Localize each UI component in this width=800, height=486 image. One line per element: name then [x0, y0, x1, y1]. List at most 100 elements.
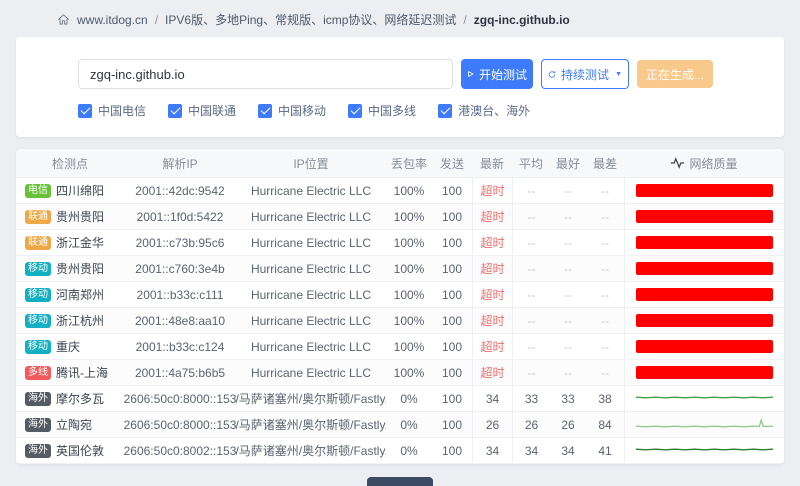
- best-cell: --: [550, 204, 586, 229]
- quality-loss-bar: [636, 262, 773, 275]
- avg-cell: 26: [512, 412, 550, 437]
- carrier-badge: 海外: [25, 418, 51, 432]
- isp-checkbox-label: 中国电信: [98, 102, 146, 119]
- map-toggle[interactable]: [367, 477, 433, 486]
- table-row: 移动重庆2001::b33c:c124Hurricane Electric LL…: [16, 334, 784, 360]
- node-cell: 海外立陶宛: [16, 412, 124, 437]
- loss-cell: 0%: [386, 412, 432, 437]
- ip-cell: 2001::b33c:c124: [124, 334, 236, 359]
- ip-cell: 2001::4a75:b6b5: [124, 360, 236, 385]
- quality-cell: [624, 282, 784, 307]
- node-cell: 多线腾讯-上海: [16, 360, 124, 385]
- quality-loss-bar: [636, 288, 773, 301]
- column-header: 网络质量: [624, 155, 784, 172]
- quality-sparkline: [636, 417, 773, 433]
- column-header: 发送: [432, 155, 472, 172]
- quality-cell: [624, 386, 784, 411]
- test-panel: 开始测试 持续测试 ▼ 正在生成... 中国电信 中国联通 中国移动 中国多线 港澳台、…: [16, 37, 784, 137]
- sent-cell: 100: [432, 282, 472, 307]
- node-name: 浙江金华: [56, 234, 104, 251]
- location-cell: Hurricane Electric LLC: [236, 178, 386, 203]
- table-body: 电信四川绵阳2001::42dc:9542Hurricane Electric …: [16, 178, 784, 464]
- isp-checkbox[interactable]: 港澳台、海外: [438, 102, 530, 119]
- column-header: 解析IP: [124, 155, 236, 172]
- generating-button[interactable]: 正在生成...: [637, 60, 713, 88]
- node-cell: 移动河南郑州: [16, 282, 124, 307]
- avg-cell: --: [512, 230, 550, 255]
- quality-loss-bar: [636, 210, 773, 223]
- isp-filter-row: 中国电信 中国联通 中国移动 中国多线 港澳台、海外: [78, 102, 726, 119]
- quality-cell: [624, 412, 784, 437]
- worst-cell: --: [586, 282, 624, 307]
- loss-cell: 100%: [386, 256, 432, 281]
- latest-cell: 超时: [472, 360, 512, 385]
- carrier-badge: 海外: [25, 392, 51, 406]
- isp-checkbox-label: 中国多线: [368, 102, 416, 119]
- latest-cell: 34: [472, 386, 512, 411]
- sent-cell: 100: [432, 178, 472, 203]
- worst-cell: 38: [586, 386, 624, 411]
- quality-cell: [624, 256, 784, 281]
- breadcrumb-site[interactable]: www.itdog.cn: [77, 13, 148, 27]
- column-header: IP位置: [236, 155, 386, 172]
- column-header: 检测点: [16, 155, 124, 172]
- worst-cell: 84: [586, 412, 624, 437]
- ip-cell: 2001::48e8:aa10: [124, 308, 236, 333]
- node-cell: 海外英国伦敦: [16, 438, 124, 463]
- carrier-badge: 联通: [25, 236, 51, 250]
- quality-cell: [624, 204, 784, 229]
- loss-cell: 100%: [386, 360, 432, 385]
- table-row: 联通贵州贵阳2001::1f0d:5422Hurricane Electric …: [16, 204, 784, 230]
- start-test-button[interactable]: 开始测试: [461, 59, 533, 89]
- avg-cell: 34: [512, 438, 550, 463]
- worst-cell: --: [586, 308, 624, 333]
- worst-cell: --: [586, 256, 624, 281]
- latest-cell: 26: [472, 412, 512, 437]
- isp-checkbox-label: 中国联通: [188, 102, 236, 119]
- quality-cell: [624, 334, 784, 359]
- table-row: 联通浙江金华2001::c73b:95c6Hurricane Electric …: [16, 230, 784, 256]
- host-input[interactable]: [78, 59, 453, 89]
- node-name: 重庆: [56, 338, 80, 355]
- latest-cell: 超时: [472, 282, 512, 307]
- breadcrumb-section: IPV6版、多地Ping、常规版、icmp协议、网络延迟测试: [165, 11, 456, 28]
- table-row: 移动浙江杭州2001::48e8:aa10Hurricane Electric …: [16, 308, 784, 334]
- quality-loss-bar: [636, 340, 773, 353]
- breadcrumb-separator: /: [155, 13, 158, 27]
- sent-cell: 100: [432, 334, 472, 359]
- node-name: 腾讯-上海: [56, 364, 108, 381]
- quality-sparkline: [636, 391, 773, 407]
- location-cell: Hurricane Electric LLC: [236, 204, 386, 229]
- avg-cell: --: [512, 178, 550, 203]
- continuous-test-button[interactable]: 持续测试 ▼: [541, 59, 629, 89]
- loss-cell: 100%: [386, 334, 432, 359]
- avg-cell: --: [512, 282, 550, 307]
- sent-cell: 100: [432, 360, 472, 385]
- ip-cell: 2606:50c0:8000::153: [124, 386, 236, 411]
- node-name: 四川绵阳: [56, 182, 104, 199]
- breadcrumb: www.itdog.cn / IPV6版、多地Ping、常规版、icmp协议、网…: [0, 0, 800, 37]
- carrier-badge: 移动: [25, 340, 51, 354]
- isp-checkbox[interactable]: 中国联通: [168, 102, 236, 119]
- isp-checkbox[interactable]: 中国电信: [78, 102, 146, 119]
- latest-cell: 超时: [472, 230, 512, 255]
- continuous-test-label: 持续测试: [561, 66, 609, 83]
- latest-cell: 超时: [472, 178, 512, 203]
- isp-checkbox[interactable]: 中国移动: [258, 102, 326, 119]
- carrier-badge: 联通: [25, 210, 51, 224]
- worst-cell: --: [586, 360, 624, 385]
- ip-cell: 2001::b33c:c111: [124, 282, 236, 307]
- node-name: 河南郑州: [56, 286, 104, 303]
- carrier-badge: 电信: [25, 184, 51, 198]
- node-name: 浙江杭州: [56, 312, 104, 329]
- worst-cell: --: [586, 204, 624, 229]
- loss-cell: 100%: [386, 204, 432, 229]
- node-cell: 移动贵州贵阳: [16, 256, 124, 281]
- location-cell: Hurricane Electric LLC: [236, 256, 386, 281]
- quality-cell: [624, 178, 784, 203]
- avg-cell: --: [512, 204, 550, 229]
- table-row: 海外摩尔多瓦2606:50c0:8000::153美国/马萨诸塞州/奥尔斯顿/F…: [16, 386, 784, 412]
- node-name: 摩尔多瓦: [56, 390, 104, 407]
- isp-checkbox[interactable]: 中国多线: [348, 102, 416, 119]
- best-cell: 33: [550, 386, 586, 411]
